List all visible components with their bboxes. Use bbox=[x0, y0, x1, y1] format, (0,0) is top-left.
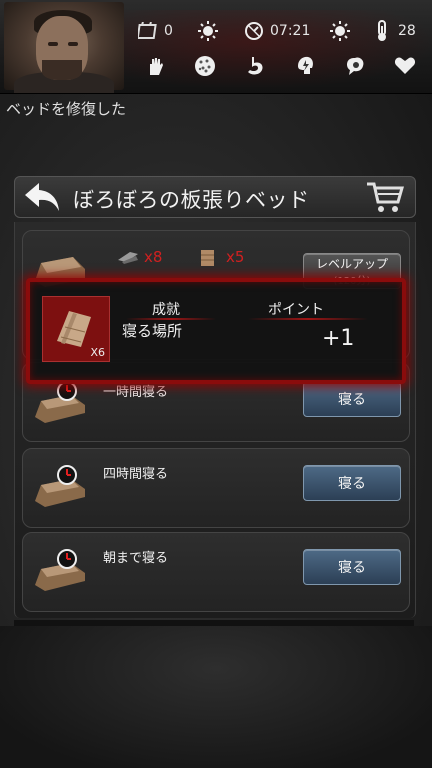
resource-metal: x8 bbox=[116, 248, 162, 266]
calendar-icon bbox=[138, 21, 158, 41]
back-arrow-icon[interactable] bbox=[23, 181, 63, 213]
day-counter: 0 bbox=[138, 20, 173, 42]
clock-icon bbox=[244, 21, 264, 41]
event-message: ベッドを修復した bbox=[6, 100, 127, 118]
sleep-4h-button[interactable]: 寝る bbox=[303, 465, 401, 501]
sleep-bed-icon bbox=[31, 547, 89, 595]
sleep-bed-icon bbox=[31, 379, 89, 427]
sun-icon bbox=[330, 21, 350, 41]
heart-icon[interactable] bbox=[392, 54, 418, 78]
virus-icon[interactable] bbox=[192, 54, 218, 78]
weather-indicator bbox=[198, 20, 224, 42]
achievement-points: +1 bbox=[322, 326, 355, 351]
sleep-action-label: 四時間寝る bbox=[103, 467, 169, 482]
metal-scrap-icon bbox=[116, 248, 140, 266]
character-portrait[interactable] bbox=[4, 2, 124, 93]
resource-wood: x5 bbox=[198, 248, 244, 266]
temperature-display: 28 bbox=[372, 20, 416, 42]
mental-icon[interactable] bbox=[342, 54, 368, 78]
achievement-icon: X6 bbox=[42, 296, 110, 362]
sun-icon bbox=[198, 21, 218, 41]
background-floor bbox=[0, 626, 432, 768]
sleep-until-morning-button[interactable]: 寝る bbox=[303, 549, 401, 585]
achievement-header: 成就 bbox=[152, 302, 180, 318]
achievement-count: X6 bbox=[90, 346, 105, 359]
hand-icon[interactable] bbox=[142, 54, 168, 78]
panel-title: ぼろぼろの板張りベッド bbox=[73, 188, 310, 212]
sleep-1h-button[interactable]: 寝る bbox=[303, 381, 401, 417]
sleep-bed-icon bbox=[31, 463, 89, 511]
daylight-indicator bbox=[330, 20, 356, 42]
panel-header: ぼろぼろの板張りベッド bbox=[14, 176, 416, 218]
stomach-icon[interactable] bbox=[242, 54, 268, 78]
energy-icon[interactable] bbox=[292, 54, 318, 78]
wood-plank-icon bbox=[198, 248, 222, 266]
sleep-action-card: 四時間寝る 寝る bbox=[22, 448, 410, 528]
achievement-popup[interactable]: X6 成就 ポイント 寝る場所 +1 bbox=[26, 278, 406, 384]
points-header: ポイント bbox=[268, 302, 324, 318]
achievement-name: 寝る場所 bbox=[122, 322, 183, 340]
thermometer-icon bbox=[372, 20, 392, 41]
sleep-action-card: 朝まで寝る 寝る bbox=[22, 532, 410, 612]
shopping-cart-icon[interactable] bbox=[365, 180, 405, 216]
status-bar: 0 07:21 28 bbox=[0, 0, 432, 94]
sleep-action-label: 朝まで寝る bbox=[103, 551, 169, 566]
header-underline bbox=[248, 318, 368, 320]
clock-display: 07:21 bbox=[244, 20, 310, 42]
